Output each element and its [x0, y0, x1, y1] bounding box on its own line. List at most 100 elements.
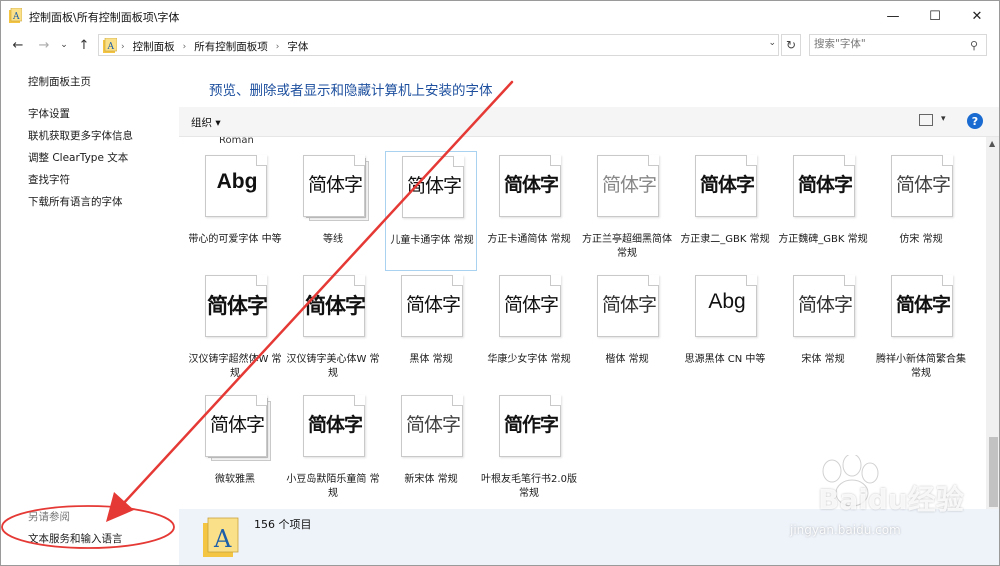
search-box[interactable]: ⚲: [809, 34, 987, 56]
title-bar: A 控制面板\所有控制面板项\字体 — ☐ ✕: [1, 1, 999, 31]
font-name: 叶根友毛笔行书2.0版 常规: [481, 474, 577, 499]
view-dropdown-icon[interactable]: ▾: [941, 114, 946, 124]
watermark-url: jingyan.baidu.com: [790, 523, 901, 537]
font-sample: 简体字: [209, 414, 265, 436]
font-name: 方正隶二_GBK 常规: [680, 234, 770, 245]
font-sample: 简体字: [405, 294, 461, 316]
svg-text:A: A: [213, 525, 232, 553]
back-button[interactable]: ←: [9, 35, 27, 55]
control-panel-home-link[interactable]: 控制面板主页: [28, 74, 91, 89]
font-file-icon: 简体字: [597, 155, 659, 217]
font-item[interactable]: Abg 思源黑体 CN 中等: [679, 271, 771, 391]
font-item[interactable]: 简体字 楷体 常规: [581, 271, 673, 391]
font-sample: 简体字: [797, 294, 853, 316]
font-item[interactable]: 简体字 方正魏碑_GBK 常规: [777, 151, 869, 271]
font-file-icon: 简体字: [499, 155, 561, 217]
find-character-link[interactable]: 查找字符: [28, 172, 70, 187]
font-file-icon: 简体字: [695, 155, 757, 217]
maximize-button[interactable]: ☐: [915, 1, 955, 31]
font-sample: 简体字: [797, 174, 853, 196]
font-file-icon: 简体字: [597, 275, 659, 337]
font-sample: 简体字: [305, 294, 366, 318]
see-also-heading: 另请参阅: [28, 511, 70, 523]
font-item[interactable]: 简体字 小豆岛默陌乐童简 常规: [286, 391, 380, 509]
scrollbar-thumb[interactable]: [989, 437, 998, 507]
font-item[interactable]: 简体字 方正隶二_GBK 常规: [679, 151, 771, 271]
font-family-item[interactable]: 简体字 微软雅黑: [189, 391, 281, 509]
font-item[interactable]: 简体字 宋体 常规: [777, 271, 869, 391]
vertical-scrollbar[interactable]: ▲: [986, 137, 999, 509]
recent-locations-button[interactable]: ⌄: [55, 35, 73, 55]
scroll-up-icon[interactable]: ▲: [989, 139, 995, 148]
navigation-bar: ← → ⌄ ↑ A › 控制面板 › 所有控制面板项 › 字体 ⌄ ↻ ⚲: [1, 31, 999, 59]
font-name: 儿童卡通字体 常规: [390, 235, 474, 246]
font-item[interactable]: 简作字 叶根友毛笔行书2.0版 常规: [481, 391, 577, 509]
font-item[interactable]: 简体字 汉仪铸字美心体W 常规: [286, 271, 380, 391]
breadcrumb-all-items[interactable]: 所有控制面板项: [194, 39, 268, 54]
text-services-link[interactable]: 文本服务和输入语言: [28, 531, 123, 546]
font-item[interactable]: Abg 带心的可爱字体 中等: [188, 151, 282, 271]
font-item[interactable]: 简体字 方正卡通简体 常规: [483, 151, 575, 271]
font-sample: 简体字: [503, 294, 559, 316]
font-sample: 简体字: [405, 414, 461, 436]
font-name: 带心的可爱字体 中等: [188, 234, 282, 245]
font-item[interactable]: 简体字 新宋体 常规: [385, 391, 477, 509]
partial-font-label: Roman: [219, 137, 254, 146]
breadcrumb-separator[interactable]: ›: [183, 42, 187, 52]
search-icon[interactable]: ⚲: [970, 39, 978, 52]
font-file-icon: 简体字: [205, 275, 268, 337]
font-sample: 简体字: [601, 174, 657, 196]
font-file-icon: 简体字: [401, 395, 463, 457]
font-name: 腾祥小新体简繁合集 常规: [876, 354, 966, 379]
font-family-item[interactable]: 简体字 等线: [287, 151, 379, 271]
font-name: 宋体 常规: [801, 354, 845, 365]
view-icon[interactable]: [919, 114, 933, 126]
svg-text:A: A: [12, 12, 20, 22]
font-sample: 简作字: [503, 414, 559, 436]
adjust-cleartype-link[interactable]: 调整 ClearType 文本: [28, 150, 128, 165]
font-file-icon: 简作字: [499, 395, 561, 457]
minimize-button[interactable]: —: [873, 1, 913, 31]
font-item[interactable]: 简体字 腾祥小新体简繁合集 常规: [875, 271, 967, 391]
search-input[interactable]: [814, 38, 964, 50]
address-dropdown-icon[interactable]: ⌄: [768, 38, 776, 48]
font-item[interactable]: 简体字 汉仪铸字超然体W 常规: [188, 271, 282, 391]
font-sample: 简体字: [406, 175, 462, 197]
font-sample: 简体字: [699, 174, 755, 196]
font-settings-link[interactable]: 字体设置: [28, 106, 70, 121]
up-button[interactable]: ↑: [75, 35, 93, 55]
font-file-icon: 简体字: [891, 155, 953, 217]
font-sample: 简体字: [307, 414, 363, 436]
organize-menu-button[interactable]: 组织 ▾: [191, 115, 221, 130]
fonts-grid: Roman Abg 带心的可爱字体 中等 简体字 等线 简体字 儿童卡通字体 常…: [179, 137, 986, 509]
font-sample: 简体字: [207, 294, 268, 318]
font-sample: 简体字: [307, 174, 363, 196]
command-bar: 组织 ▾ ▾ ?: [179, 107, 999, 137]
font-item[interactable]: 简体字 华康少女字体 常规: [483, 271, 575, 391]
font-item[interactable]: 简体字 方正兰亭超细黑简体 常规: [581, 151, 673, 271]
font-file-icon: 简体字: [402, 156, 464, 218]
font-file-icon: 简体字: [499, 275, 561, 337]
download-all-language-fonts-link[interactable]: 下载所有语言的字体: [28, 194, 123, 209]
font-item-selected[interactable]: 简体字 儿童卡通字体 常规: [385, 151, 477, 271]
font-item[interactable]: 简体字 黑体 常规: [385, 271, 477, 391]
close-button[interactable]: ✕: [957, 1, 997, 31]
forward-button[interactable]: →: [35, 35, 53, 55]
font-folder-icon: A: [103, 38, 117, 53]
breadcrumb-fonts[interactable]: 字体: [287, 39, 308, 54]
breadcrumb: › 控制面板 › 所有控制面板项 › 字体: [121, 39, 308, 54]
breadcrumb-separator: ›: [121, 41, 125, 52]
breadcrumb-separator[interactable]: ›: [276, 42, 280, 52]
font-item[interactable]: 简体字 仿宋 常规: [875, 151, 967, 271]
font-name: 小豆岛默陌乐童简 常规: [286, 474, 380, 499]
address-bar[interactable]: A › 控制面板 › 所有控制面板项 › 字体 ⌄: [98, 34, 779, 56]
get-font-info-online-link[interactable]: 联机获取更多字体信息: [28, 128, 133, 143]
breadcrumb-control-panel[interactable]: 控制面板: [133, 39, 175, 54]
font-file-icon: 简体字: [793, 155, 855, 217]
font-name: 等线: [323, 234, 343, 245]
watermark-brand: Baidu经验: [818, 483, 964, 516]
refresh-button[interactable]: ↻: [781, 34, 801, 56]
help-icon[interactable]: ?: [967, 113, 983, 129]
font-name: 汉仪铸字超然体W 常规: [188, 354, 282, 379]
font-sample: Abg: [708, 290, 746, 313]
